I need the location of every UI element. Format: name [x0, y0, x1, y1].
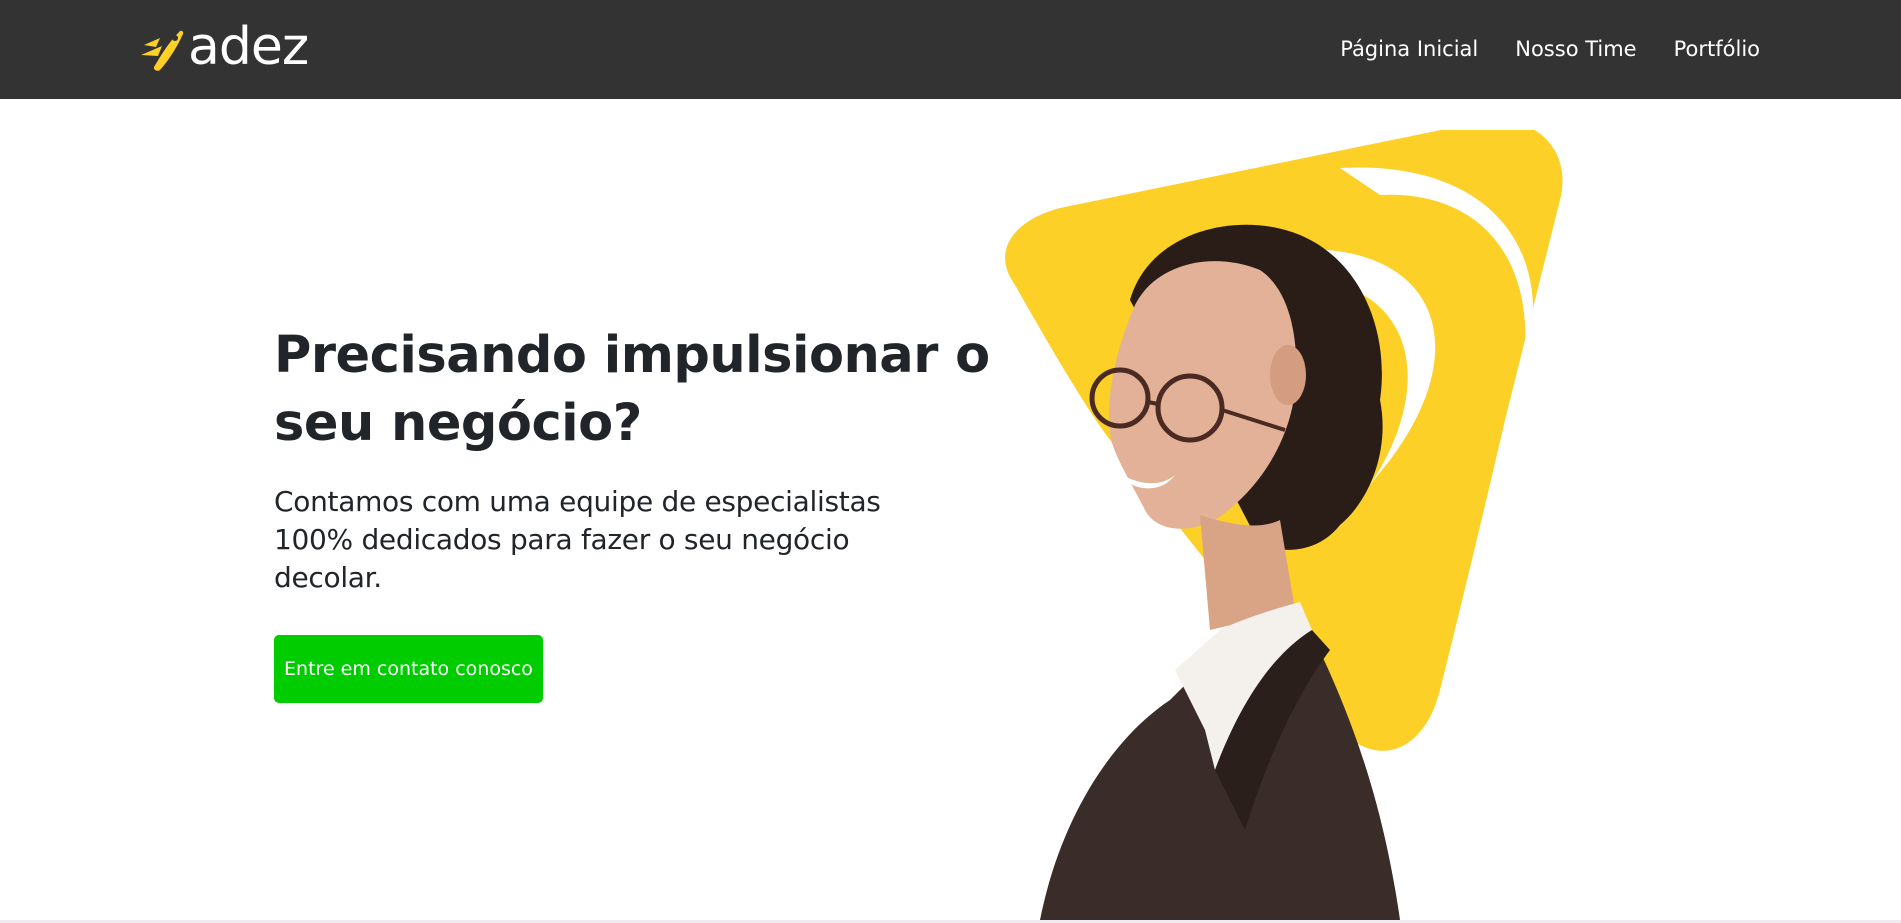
- rocket-wing-icon: [141, 30, 184, 71]
- main-nav: Página Inicial Nosso Time Portfólio: [1340, 36, 1760, 62]
- contact-us-button[interactable]: Entre em contato conosco: [274, 635, 543, 703]
- brand-logo[interactable]: adez: [138, 17, 309, 77]
- brand-name: adez: [188, 17, 309, 77]
- hero-title: Precisando impulsionar o seu negócio?: [274, 326, 990, 453]
- hero-illustration: [1005, 130, 1563, 920]
- hero-subtitle: Contamos com uma equipe de especialistas…: [274, 485, 881, 594]
- top-navbar: adez Página Inicial Nosso Time Portfólio: [0, 0, 1901, 99]
- nav-link-team[interactable]: Nosso Time: [1515, 36, 1636, 62]
- nav-link-home[interactable]: Página Inicial: [1340, 36, 1478, 62]
- nav-link-portfolio[interactable]: Portfólio: [1674, 36, 1760, 62]
- page: adez Página Inicial Nosso Time Portfólio…: [0, 0, 1901, 923]
